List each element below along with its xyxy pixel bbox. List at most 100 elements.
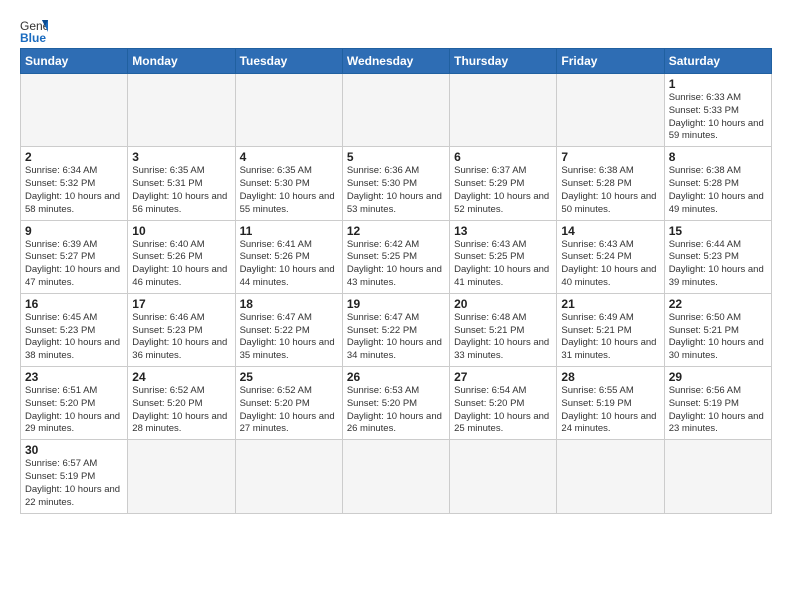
logo: General Blue [20, 16, 52, 44]
day-info: Sunrise: 6:42 AMSunset: 5:25 PMDaylight:… [347, 239, 445, 290]
calendar-cell: 2Sunrise: 6:34 AMSunset: 5:32 PMDaylight… [21, 147, 128, 220]
day-number: 9 [25, 224, 123, 238]
calendar-cell: 27Sunrise: 6:54 AMSunset: 5:20 PMDayligh… [450, 367, 557, 440]
day-info: Sunrise: 6:55 AMSunset: 5:19 PMDaylight:… [561, 385, 659, 436]
day-info: Sunrise: 6:45 AMSunset: 5:23 PMDaylight:… [25, 312, 123, 363]
day-number: 24 [132, 370, 230, 384]
weekday-header-saturday: Saturday [664, 49, 771, 74]
calendar-cell: 29Sunrise: 6:56 AMSunset: 5:19 PMDayligh… [664, 367, 771, 440]
day-info: Sunrise: 6:33 AMSunset: 5:33 PMDaylight:… [669, 92, 767, 143]
day-number: 16 [25, 297, 123, 311]
day-info: Sunrise: 6:57 AMSunset: 5:19 PMDaylight:… [25, 458, 123, 509]
calendar-cell: 4Sunrise: 6:35 AMSunset: 5:30 PMDaylight… [235, 147, 342, 220]
day-info: Sunrise: 6:35 AMSunset: 5:31 PMDaylight:… [132, 165, 230, 216]
calendar-cell: 18Sunrise: 6:47 AMSunset: 5:22 PMDayligh… [235, 293, 342, 366]
day-number: 7 [561, 150, 659, 164]
day-info: Sunrise: 6:37 AMSunset: 5:29 PMDaylight:… [454, 165, 552, 216]
day-info: Sunrise: 6:34 AMSunset: 5:32 PMDaylight:… [25, 165, 123, 216]
calendar-cell: 22Sunrise: 6:50 AMSunset: 5:21 PMDayligh… [664, 293, 771, 366]
day-number: 11 [240, 224, 338, 238]
day-number: 30 [25, 443, 123, 457]
day-info: Sunrise: 6:48 AMSunset: 5:21 PMDaylight:… [454, 312, 552, 363]
day-info: Sunrise: 6:35 AMSunset: 5:30 PMDaylight:… [240, 165, 338, 216]
calendar-cell [664, 440, 771, 513]
calendar-cell: 11Sunrise: 6:41 AMSunset: 5:26 PMDayligh… [235, 220, 342, 293]
weekday-header-row: SundayMondayTuesdayWednesdayThursdayFrid… [21, 49, 772, 74]
day-info: Sunrise: 6:49 AMSunset: 5:21 PMDaylight:… [561, 312, 659, 363]
day-info: Sunrise: 6:36 AMSunset: 5:30 PMDaylight:… [347, 165, 445, 216]
day-number: 2 [25, 150, 123, 164]
day-number: 23 [25, 370, 123, 384]
calendar-cell: 9Sunrise: 6:39 AMSunset: 5:27 PMDaylight… [21, 220, 128, 293]
day-number: 20 [454, 297, 552, 311]
day-info: Sunrise: 6:53 AMSunset: 5:20 PMDaylight:… [347, 385, 445, 436]
day-number: 29 [669, 370, 767, 384]
day-info: Sunrise: 6:56 AMSunset: 5:19 PMDaylight:… [669, 385, 767, 436]
calendar-cell [342, 440, 449, 513]
header: General Blue [20, 16, 772, 44]
calendar-cell: 20Sunrise: 6:48 AMSunset: 5:21 PMDayligh… [450, 293, 557, 366]
day-number: 8 [669, 150, 767, 164]
calendar-cell [235, 74, 342, 147]
calendar-week-row: 2Sunrise: 6:34 AMSunset: 5:32 PMDaylight… [21, 147, 772, 220]
day-info: Sunrise: 6:38 AMSunset: 5:28 PMDaylight:… [561, 165, 659, 216]
day-info: Sunrise: 6:46 AMSunset: 5:23 PMDaylight:… [132, 312, 230, 363]
calendar-cell [557, 74, 664, 147]
day-number: 4 [240, 150, 338, 164]
calendar-cell: 26Sunrise: 6:53 AMSunset: 5:20 PMDayligh… [342, 367, 449, 440]
calendar-cell: 23Sunrise: 6:51 AMSunset: 5:20 PMDayligh… [21, 367, 128, 440]
day-number: 28 [561, 370, 659, 384]
day-number: 13 [454, 224, 552, 238]
day-number: 17 [132, 297, 230, 311]
calendar-cell [235, 440, 342, 513]
calendar-cell: 7Sunrise: 6:38 AMSunset: 5:28 PMDaylight… [557, 147, 664, 220]
svg-text:Blue: Blue [20, 31, 46, 44]
day-number: 3 [132, 150, 230, 164]
day-number: 10 [132, 224, 230, 238]
calendar-week-row: 23Sunrise: 6:51 AMSunset: 5:20 PMDayligh… [21, 367, 772, 440]
weekday-header-friday: Friday [557, 49, 664, 74]
calendar-cell: 19Sunrise: 6:47 AMSunset: 5:22 PMDayligh… [342, 293, 449, 366]
day-info: Sunrise: 6:40 AMSunset: 5:26 PMDaylight:… [132, 239, 230, 290]
day-info: Sunrise: 6:52 AMSunset: 5:20 PMDaylight:… [240, 385, 338, 436]
calendar-cell: 25Sunrise: 6:52 AMSunset: 5:20 PMDayligh… [235, 367, 342, 440]
day-number: 1 [669, 77, 767, 91]
calendar-cell: 24Sunrise: 6:52 AMSunset: 5:20 PMDayligh… [128, 367, 235, 440]
calendar-cell [128, 74, 235, 147]
calendar-week-row: 16Sunrise: 6:45 AMSunset: 5:23 PMDayligh… [21, 293, 772, 366]
calendar-cell: 13Sunrise: 6:43 AMSunset: 5:25 PMDayligh… [450, 220, 557, 293]
day-number: 26 [347, 370, 445, 384]
day-info: Sunrise: 6:51 AMSunset: 5:20 PMDaylight:… [25, 385, 123, 436]
day-info: Sunrise: 6:52 AMSunset: 5:20 PMDaylight:… [132, 385, 230, 436]
day-info: Sunrise: 6:43 AMSunset: 5:24 PMDaylight:… [561, 239, 659, 290]
calendar-cell: 12Sunrise: 6:42 AMSunset: 5:25 PMDayligh… [342, 220, 449, 293]
day-info: Sunrise: 6:50 AMSunset: 5:21 PMDaylight:… [669, 312, 767, 363]
day-info: Sunrise: 6:44 AMSunset: 5:23 PMDaylight:… [669, 239, 767, 290]
calendar-cell [342, 74, 449, 147]
day-info: Sunrise: 6:43 AMSunset: 5:25 PMDaylight:… [454, 239, 552, 290]
day-info: Sunrise: 6:41 AMSunset: 5:26 PMDaylight:… [240, 239, 338, 290]
day-number: 22 [669, 297, 767, 311]
calendar-cell [557, 440, 664, 513]
calendar-cell [450, 74, 557, 147]
day-info: Sunrise: 6:47 AMSunset: 5:22 PMDaylight:… [347, 312, 445, 363]
day-number: 6 [454, 150, 552, 164]
calendar-cell [21, 74, 128, 147]
calendar-cell: 10Sunrise: 6:40 AMSunset: 5:26 PMDayligh… [128, 220, 235, 293]
day-number: 19 [347, 297, 445, 311]
calendar-cell: 30Sunrise: 6:57 AMSunset: 5:19 PMDayligh… [21, 440, 128, 513]
day-number: 12 [347, 224, 445, 238]
calendar-cell [128, 440, 235, 513]
logo-icon: General Blue [20, 16, 48, 44]
calendar-cell: 21Sunrise: 6:49 AMSunset: 5:21 PMDayligh… [557, 293, 664, 366]
day-info: Sunrise: 6:39 AMSunset: 5:27 PMDaylight:… [25, 239, 123, 290]
day-number: 25 [240, 370, 338, 384]
day-number: 21 [561, 297, 659, 311]
weekday-header-tuesday: Tuesday [235, 49, 342, 74]
calendar-cell: 15Sunrise: 6:44 AMSunset: 5:23 PMDayligh… [664, 220, 771, 293]
weekday-header-sunday: Sunday [21, 49, 128, 74]
day-number: 15 [669, 224, 767, 238]
calendar-cell: 6Sunrise: 6:37 AMSunset: 5:29 PMDaylight… [450, 147, 557, 220]
weekday-header-thursday: Thursday [450, 49, 557, 74]
day-number: 27 [454, 370, 552, 384]
